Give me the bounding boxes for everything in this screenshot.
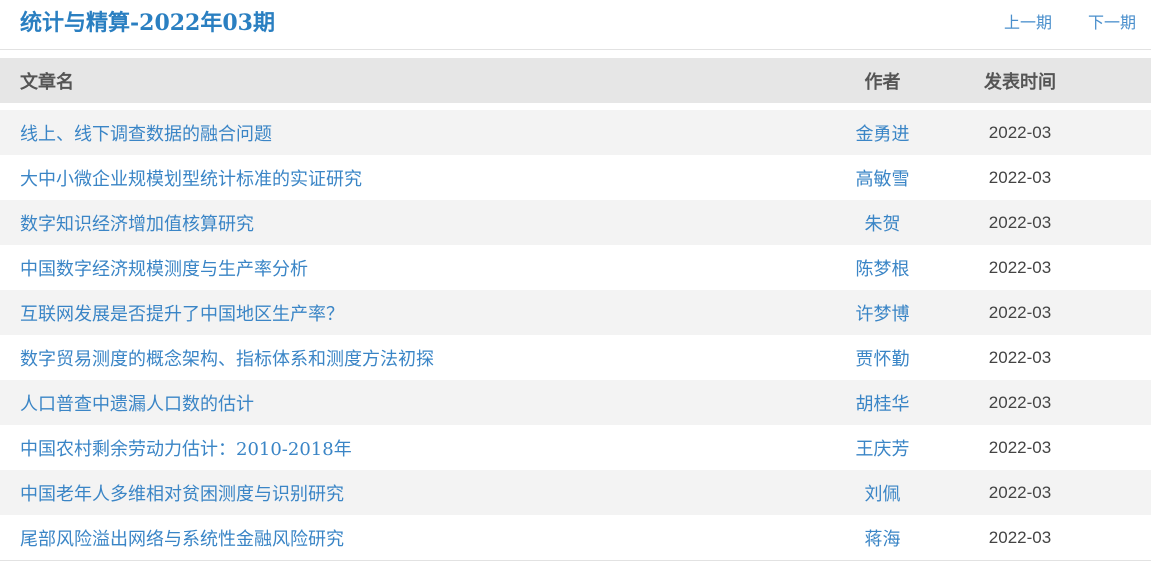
article-title-link[interactable]: 线上、线下调查数据的融合问题 (20, 124, 272, 145)
article-date: 2022-03 (988, 437, 1052, 457)
article-author: 蒋海 (864, 528, 901, 550)
article-date: 2022-03 (988, 212, 1052, 232)
column-header-title: 文章名 (20, 71, 74, 93)
article-author: 许梦博 (855, 303, 910, 325)
article-title-link[interactable]: 数字知识经济增加值核算研究 (20, 214, 254, 235)
table-row: 数字知识经济增加值核算研究 朱贺 2022-03 (0, 200, 1151, 245)
article-date: 2022-03 (988, 347, 1052, 367)
column-header-author: 作者 (864, 71, 901, 93)
prev-issue-link[interactable]: 上一期 (1004, 11, 1052, 35)
table-row: 中国数字经济规模测度与生产率分析 陈梦根 2022-03 (0, 245, 1151, 290)
table-row: 中国农村剩余劳动力估计：2010-2018年 王庆芳 2022-03 (0, 425, 1151, 470)
table-header-gap (0, 103, 1151, 110)
article-author: 陈梦根 (855, 258, 910, 280)
article-title-link[interactable]: 中国数字经济规模测度与生产率分析 (20, 259, 308, 280)
article-title-link[interactable]: 人口普查中遗漏人口数的估计 (20, 394, 254, 415)
table-row: 尾部风险溢出网络与系统性金融风险研究 蒋海 2022-03 (0, 515, 1151, 561)
article-author: 刘佩 (864, 483, 901, 505)
table-row: 中国老年人多维相对贫困测度与识别研究 刘佩 2022-03 (0, 470, 1151, 515)
table-row: 人口普查中遗漏人口数的估计 胡桂华 2022-03 (0, 380, 1151, 425)
article-date: 2022-03 (988, 122, 1052, 142)
article-author: 金勇进 (855, 123, 910, 145)
article-title-link[interactable]: 数字贸易测度的概念架构、指标体系和测度方法初探 (20, 349, 434, 370)
article-title-link[interactable]: 中国农村剩余劳动力估计：2010-2018年 (20, 439, 352, 460)
article-date: 2022-03 (988, 482, 1052, 502)
article-title-link[interactable]: 尾部风险溢出网络与系统性金融风险研究 (20, 529, 344, 550)
article-date: 2022-03 (988, 302, 1052, 322)
article-author: 胡桂华 (855, 393, 910, 415)
table-row: 数字贸易测度的概念架构、指标体系和测度方法初探 贾怀勤 2022-03 (0, 335, 1151, 380)
article-title-link[interactable]: 大中小微企业规模划型统计标准的实证研究 (20, 169, 362, 190)
article-author: 朱贺 (864, 213, 901, 235)
article-date: 2022-03 (988, 257, 1052, 277)
page: 统计与精算-2022年03期 上一期 下一期 文章名 作者 发表时间 线上、线下… (0, 0, 1151, 568)
article-author: 高敏雪 (855, 168, 910, 190)
next-issue-link[interactable]: 下一期 (1088, 11, 1136, 35)
article-title-link[interactable]: 中国老年人多维相对贫困测度与识别研究 (20, 484, 344, 505)
page-header: 统计与精算-2022年03期 上一期 下一期 (0, 0, 1151, 50)
article-table: 文章名 作者 发表时间 线上、线下调查数据的融合问题 金勇进 2022-03 大… (0, 58, 1151, 561)
article-date: 2022-03 (988, 527, 1052, 547)
table-row: 线上、线下调查数据的融合问题 金勇进 2022-03 (0, 110, 1151, 155)
article-title-link[interactable]: 互联网发展是否提升了中国地区生产率？ (20, 304, 344, 325)
column-header-date: 发表时间 (984, 71, 1056, 93)
article-date: 2022-03 (988, 392, 1052, 412)
article-date: 2022-03 (988, 167, 1052, 187)
table-header: 文章名 作者 发表时间 (0, 58, 1151, 103)
table-row: 大中小微企业规模划型统计标准的实证研究 高敏雪 2022-03 (0, 155, 1151, 200)
table-row: 互联网发展是否提升了中国地区生产率？ 许梦博 2022-03 (0, 290, 1151, 335)
table-body: 线上、线下调查数据的融合问题 金勇进 2022-03 大中小微企业规模划型统计标… (0, 110, 1151, 561)
article-author: 贾怀勤 (855, 348, 910, 370)
article-author: 王庆芳 (855, 438, 910, 460)
page-title: 统计与精算-2022年03期 (20, 10, 275, 36)
issue-pager: 上一期 下一期 (1004, 11, 1136, 35)
